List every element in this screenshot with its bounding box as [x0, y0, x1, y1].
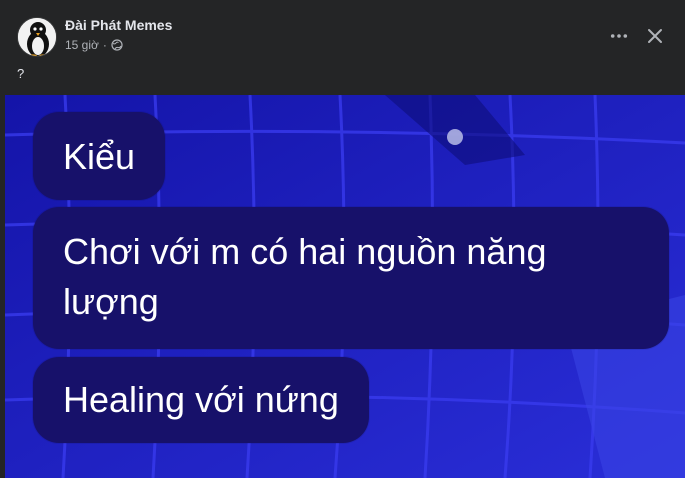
author-name[interactable]: Đài Phát Memes — [65, 17, 172, 33]
post-card: Đài Phát Memes 15 giờ · ? Kiểu Chơi với … — [0, 0, 685, 478]
post-header: Đài Phát Memes 15 giờ · — [0, 0, 685, 64]
message-bubble: Healing với nứng — [33, 357, 369, 443]
author-avatar[interactable] — [17, 17, 57, 57]
post-meta: 15 giờ · — [65, 38, 123, 52]
more-horizontal-icon — [610, 34, 628, 38]
close-icon — [648, 29, 662, 43]
globe-icon[interactable] — [111, 39, 123, 51]
meta-separator: · — [102, 38, 107, 52]
more-options-button[interactable] — [605, 22, 633, 50]
post-caption: ? — [17, 66, 25, 81]
penguin-avatar-icon — [18, 18, 56, 56]
post-image[interactable]: Kiểu Chơi với m có hai nguồn năng lượng … — [5, 95, 685, 478]
post-time[interactable]: 15 giờ — [65, 38, 99, 52]
close-button[interactable] — [641, 22, 669, 50]
message-bubble: Kiểu — [33, 112, 166, 200]
message-bubble: Chơi với m có hai nguồn năng lượng — [33, 207, 669, 349]
